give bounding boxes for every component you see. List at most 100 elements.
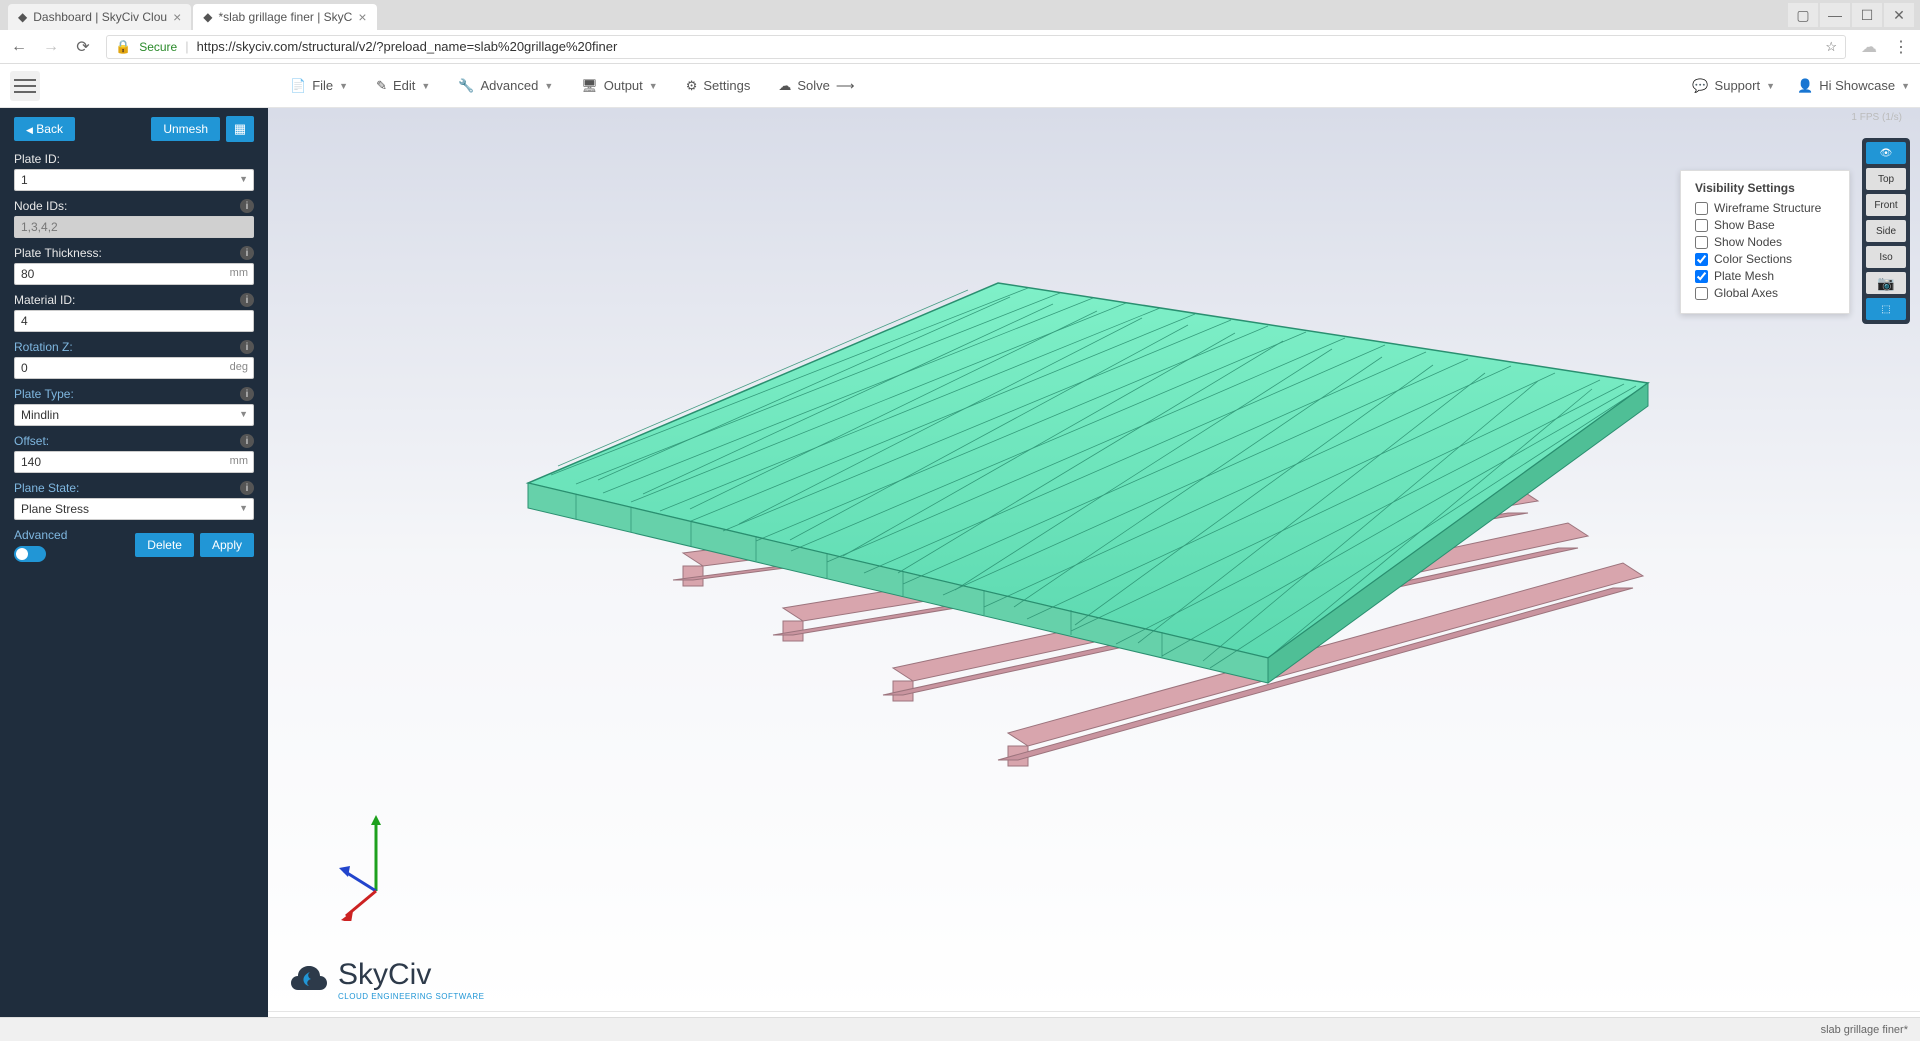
- pencil-icon: ✎: [376, 78, 387, 94]
- chevron-left-icon: ◀: [26, 125, 33, 135]
- menu-edit[interactable]: ✎Edit▼: [376, 78, 430, 94]
- visibility-plate-mesh[interactable]: Plate Mesh: [1695, 269, 1835, 283]
- reload-icon[interactable]: ⟳: [74, 37, 92, 57]
- logo-subtitle: CLOUD ENGINEERING SOFTWARE: [338, 992, 485, 1001]
- info-icon[interactable]: i: [240, 481, 254, 495]
- url-field[interactable]: 🔒 Secure | https://skyciv.com/structural…: [106, 35, 1846, 59]
- chat-icon: 💬: [1692, 78, 1708, 94]
- property-sidebar: ◀ Back Unmesh ▦ Plate ID: ▼ Node IDs:i P…: [0, 108, 268, 1041]
- back-button[interactable]: ◀ Back: [14, 117, 75, 141]
- extension-icon[interactable]: ☁: [1860, 37, 1878, 57]
- checkbox[interactable]: [1695, 219, 1708, 232]
- eye-icon[interactable]: 👁: [1866, 142, 1906, 164]
- visibility-color-sections[interactable]: Color Sections: [1695, 252, 1835, 266]
- visibility-wireframe[interactable]: Wireframe Structure: [1695, 201, 1835, 215]
- visibility-base[interactable]: Show Base: [1695, 218, 1835, 232]
- info-icon[interactable]: i: [240, 434, 254, 448]
- checkbox[interactable]: [1695, 236, 1708, 249]
- view-iso-button[interactable]: Iso: [1866, 246, 1906, 268]
- cloud-icon: ☁: [778, 78, 791, 94]
- visibility-panel: Visibility Settings Wireframe Structure …: [1680, 170, 1850, 314]
- close-icon[interactable]: ×: [358, 9, 366, 25]
- info-icon[interactable]: i: [240, 293, 254, 307]
- material-id-label: Material ID:: [14, 293, 75, 307]
- browser-tab[interactable]: ◆ Dashboard | SkyCiv Clou ×: [8, 4, 191, 30]
- status-filename: slab grillage finer*: [1821, 1024, 1908, 1036]
- maximize-button[interactable]: ☐: [1852, 3, 1882, 27]
- plane-state-select[interactable]: [14, 498, 254, 520]
- checkbox[interactable]: [1695, 287, 1708, 300]
- checkbox[interactable]: [1695, 253, 1708, 266]
- cube-icon[interactable]: ⬚: [1866, 298, 1906, 320]
- chevron-down-icon: ▼: [1766, 81, 1775, 91]
- info-icon[interactable]: i: [240, 387, 254, 401]
- back-icon[interactable]: ←: [10, 38, 28, 56]
- rotation-z-field[interactable]: [14, 357, 254, 379]
- hamburger-icon[interactable]: [10, 71, 40, 101]
- info-icon[interactable]: i: [240, 199, 254, 213]
- unit-label: deg: [230, 361, 248, 373]
- browser-tab[interactable]: ◆ *slab grillage finer | SkyC ×: [193, 4, 376, 30]
- close-button[interactable]: ✕: [1884, 3, 1914, 27]
- advanced-toggle[interactable]: [14, 546, 46, 562]
- file-icon: 📄: [290, 78, 306, 94]
- structural-model: [448, 208, 1698, 788]
- plate-id-select[interactable]: [14, 169, 254, 191]
- plate-thickness-field[interactable]: [14, 263, 254, 285]
- menu-solve[interactable]: ☁Solve⟶: [778, 78, 854, 94]
- window-controls: ▢ — ☐ ✕: [1788, 0, 1920, 30]
- tab-favicon: ◆: [203, 10, 212, 24]
- plane-state-label: Plane State:: [14, 481, 79, 495]
- grid-icon[interactable]: ▦: [226, 116, 254, 142]
- chevron-down-icon: ▼: [1901, 81, 1910, 91]
- checkbox[interactable]: [1695, 270, 1708, 283]
- plate-id-label: Plate ID:: [14, 152, 60, 166]
- plate-type-select[interactable]: [14, 404, 254, 426]
- arrow-right-icon: ⟶: [836, 78, 855, 94]
- menu-settings[interactable]: ⚙Settings: [686, 78, 751, 94]
- camera-icon[interactable]: 📷: [1866, 272, 1906, 294]
- offset-label: Offset:: [14, 434, 49, 448]
- rotation-z-label: Rotation Z:: [14, 340, 73, 354]
- checkbox[interactable]: [1695, 202, 1708, 215]
- unit-label: mm: [230, 455, 248, 467]
- delete-button[interactable]: Delete: [135, 533, 194, 557]
- menu-output[interactable]: 🖥Output▼: [581, 78, 657, 94]
- material-id-field[interactable]: [14, 310, 254, 332]
- tab-favicon: ◆: [18, 10, 27, 24]
- menu-group: 📄File▼ ✎Edit▼ 🔧Advanced▼ 🖥Output▼ ⚙Setti…: [290, 78, 855, 94]
- view-side-button[interactable]: Side: [1866, 220, 1906, 242]
- info-icon[interactable]: i: [240, 246, 254, 260]
- advanced-label: Advanced: [14, 528, 67, 542]
- menu-file[interactable]: 📄File▼: [290, 78, 348, 94]
- logo-text: SkyCiv: [338, 958, 485, 992]
- browser-tab-strip: ◆ Dashboard | SkyCiv Clou × ◆ *slab gril…: [0, 0, 1920, 30]
- fps-readout: 1 FPS (1/s): [1851, 112, 1902, 123]
- viewport-3d[interactable]: 1 FPS (1/s): [268, 108, 1920, 1011]
- tab-title: *slab grillage finer | SkyC: [219, 10, 353, 24]
- info-icon[interactable]: i: [240, 340, 254, 354]
- view-top-button[interactable]: Top: [1866, 168, 1906, 190]
- bookmark-icon[interactable]: ☆: [1825, 39, 1837, 55]
- monitor-icon: 🖥: [581, 78, 598, 94]
- unit-label: mm: [230, 267, 248, 279]
- skyciv-logo: SkyCiv CLOUD ENGINEERING SOFTWARE: [290, 958, 485, 1001]
- apply-button[interactable]: Apply: [200, 533, 254, 557]
- menu-icon[interactable]: ⋮: [1892, 37, 1910, 57]
- forward-icon[interactable]: →: [42, 38, 60, 56]
- profile-icon[interactable]: ▢: [1788, 3, 1818, 27]
- plate-type-label: Plate Type:: [14, 387, 74, 401]
- minimize-button[interactable]: —: [1820, 3, 1850, 27]
- visibility-global-axes[interactable]: Global Axes: [1695, 286, 1835, 300]
- visibility-nodes[interactable]: Show Nodes: [1695, 235, 1835, 249]
- menu-advanced[interactable]: 🔧Advanced▼: [458, 78, 553, 94]
- view-front-button[interactable]: Front: [1866, 194, 1906, 216]
- menu-user[interactable]: 👤Hi Showcase▼: [1797, 78, 1910, 94]
- offset-field[interactable]: [14, 451, 254, 473]
- chevron-down-icon: ▼: [649, 81, 658, 91]
- secure-label: Secure: [139, 40, 177, 54]
- unmesh-button[interactable]: Unmesh: [151, 117, 220, 141]
- browser-address-bar: ← → ⟳ 🔒 Secure | https://skyciv.com/stru…: [0, 30, 1920, 64]
- close-icon[interactable]: ×: [173, 9, 181, 25]
- menu-support[interactable]: 💬Support▼: [1692, 78, 1775, 94]
